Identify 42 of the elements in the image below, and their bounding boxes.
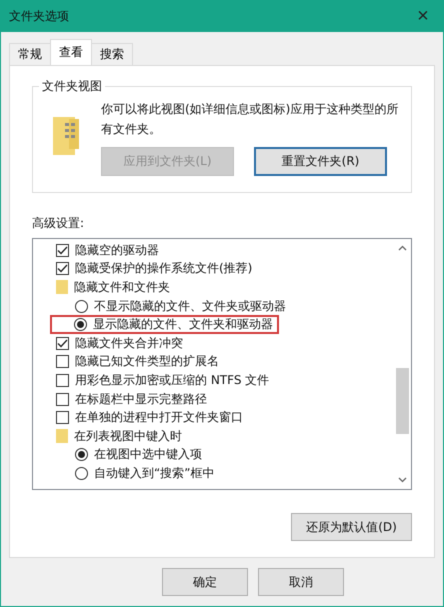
option-label: 用彩色显示加密或压缩的 NTFS 文件 [75, 372, 270, 389]
checkbox[interactable] [56, 262, 69, 276]
dialog-button[interactable]: 取消 [258, 568, 344, 596]
folder-icon [56, 280, 68, 294]
scroll-thumb[interactable] [396, 368, 409, 434]
tab[interactable]: 查看 [50, 39, 92, 65]
option-label: 隐藏文件夹合并冲突 [75, 334, 183, 352]
restore-defaults-button[interactable]: 还原为默认值(D) [291, 513, 412, 541]
radio-button[interactable] [74, 318, 87, 332]
scroll-down-icon[interactable] [398, 477, 407, 483]
radio-button[interactable] [75, 466, 88, 480]
option-label: 不显示隐藏的文件、文件夹或驱动器 [94, 298, 286, 315]
window-title: 文件夹选项 [9, 8, 69, 25]
folder-view-button[interactable]: 重置文件夹(R) [254, 147, 387, 176]
option-label: 隐藏空的驱动器 [75, 242, 159, 259]
checkbox[interactable] [56, 355, 69, 368]
group-title: 文件夹视图 [39, 78, 105, 95]
option-label: 隐藏已知文件类型的扩展名 [75, 353, 219, 370]
checkbox[interactable] [56, 244, 69, 257]
option-label: 隐藏受保护的操作系统文件(推荐) [75, 260, 252, 278]
folder-icon [56, 429, 68, 444]
option-label: 在单独的进程中打开文件夹窗口 [75, 409, 243, 426]
option-label: 自动键入到“搜索”框中 [94, 464, 214, 482]
folder-icon [53, 117, 79, 155]
group-label: 隐藏文件和文件夹 [74, 278, 170, 296]
option-label: 在标题栏中显示完整路径 [75, 390, 207, 408]
option-label: 显示隐藏的文件、文件夹和驱动器 [93, 316, 273, 334]
radio-button[interactable] [75, 448, 88, 462]
radio-button[interactable] [75, 300, 88, 313]
checkbox[interactable] [56, 374, 69, 387]
description-text: 你可以将此视图(如详细信息或图标)应用于这种类型的所有文件夹。 [101, 101, 400, 138]
dialog-button[interactable]: 确定 [162, 568, 248, 596]
checkbox[interactable] [56, 336, 69, 350]
option-label: 在视图中选中键入项 [94, 446, 202, 464]
section-label: 高级设置: [32, 215, 86, 232]
checkbox[interactable] [56, 411, 69, 424]
group-label: 在列表视图中键入时 [74, 428, 182, 445]
tab[interactable]: 常规 [9, 43, 51, 65]
tab[interactable]: 搜索 [91, 43, 133, 65]
checkbox[interactable] [56, 392, 69, 406]
scroll-up-icon[interactable] [398, 245, 407, 251]
close-button[interactable]: × [403, 1, 443, 32]
